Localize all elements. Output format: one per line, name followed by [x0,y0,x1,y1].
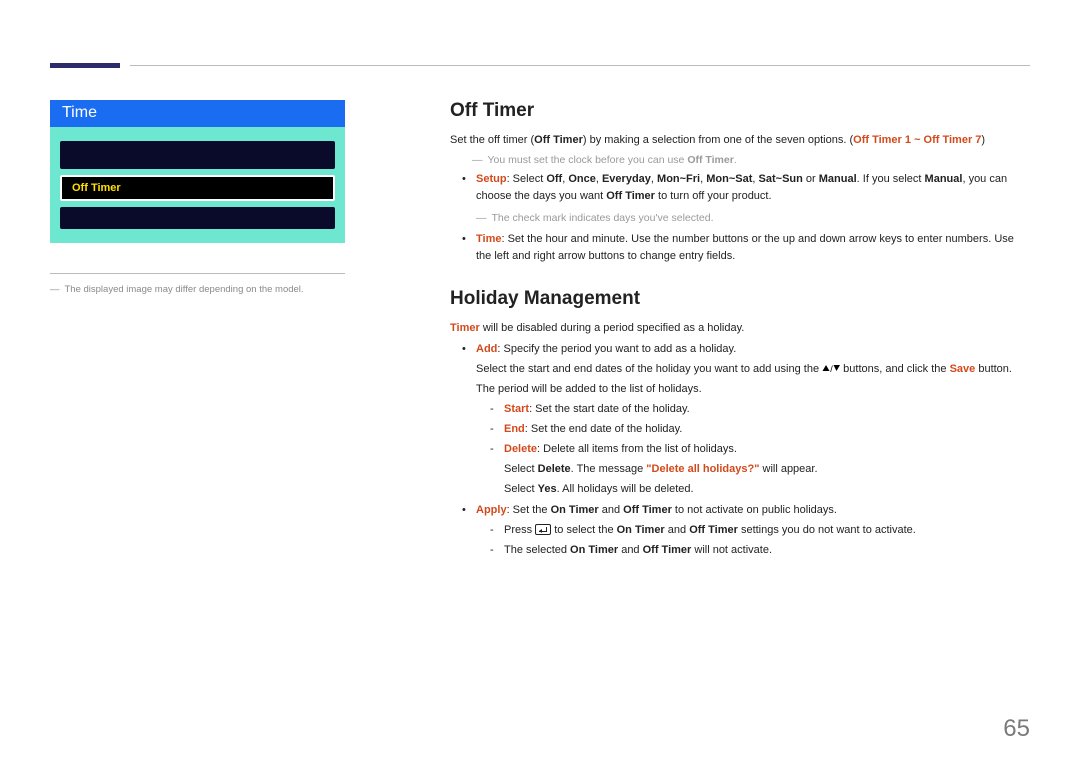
dash-icon: ― [50,284,60,295]
heading-holiday: Holiday Management [450,288,1030,310]
bullet-time: Time: Set the hour and minute. Use the n… [462,231,1030,265]
setup-note-checkmark: ― The check mark indicates days you've s… [476,210,1030,226]
page-number: 65 [1003,715,1030,743]
header-accent-bar [50,63,120,68]
enter-icon [535,524,551,535]
sidebar-divider [50,273,345,274]
holiday-intro: Timer will be disabled during a period s… [450,320,1030,337]
up-down-triangle-icon: / [822,363,840,375]
add-line-3: The period will be added to the list of … [476,381,1030,398]
apply-sublist: Press to select the On Timer and Off Tim… [490,522,1030,559]
osd-menu-illustration: Time Off Timer [50,100,345,243]
off-timer-intro: Set the off timer (Off Timer) by making … [450,132,1030,149]
sub-start: Start: Set the start date of the holiday… [490,401,1030,418]
bullet-setup: Setup: Select Off, Once, Everyday, Mon~F… [462,171,1030,226]
apply-sub-1: Press to select the On Timer and Off Tim… [490,522,1030,539]
delete-line-2: Select Delete. The message "Delete all h… [504,461,1030,478]
osd-menu-title: Time [50,100,345,127]
svg-text:/: / [830,364,833,373]
header-rule [130,65,1030,66]
apply-sub-2: The selected On Timer and Off Timer will… [490,542,1030,559]
bullet-apply: Apply: Set the On Timer and Off Timer to… [462,502,1030,559]
osd-menu-block [60,141,335,169]
off-timer-note-clock: ― You must set the clock before you can … [472,154,1030,166]
osd-menu-item-label: Off Timer [72,182,121,194]
sidebar-caption: ― The displayed image may differ dependi… [50,284,360,295]
osd-menu-block [60,207,335,229]
heading-off-timer: Off Timer [450,100,1030,122]
add-line-2: Select the start and end dates of the ho… [476,361,1030,378]
sidebar: Time Off Timer ― The displayed image may… [50,100,360,295]
bullet-add: Add: Specify the period you want to add … [462,341,1030,498]
sub-end: End: Set the end date of the holiday. [490,421,1030,438]
osd-menu-item-off-timer: Off Timer [60,175,335,201]
osd-menu-body: Off Timer [50,127,345,243]
content: Off Timer Set the off timer (Off Timer) … [450,100,1030,563]
sub-delete: Delete: Delete all items from the list o… [490,441,1030,498]
dash-icon: ― [476,210,487,226]
holiday-bullets: Add: Specify the period you want to add … [462,341,1030,560]
off-timer-bullets: Setup: Select Off, Once, Everyday, Mon~F… [462,171,1030,265]
add-sublist: Start: Set the start date of the holiday… [490,401,1030,498]
dash-icon: ― [472,154,483,166]
delete-line-3: Select Yes. All holidays will be deleted… [504,481,1030,498]
